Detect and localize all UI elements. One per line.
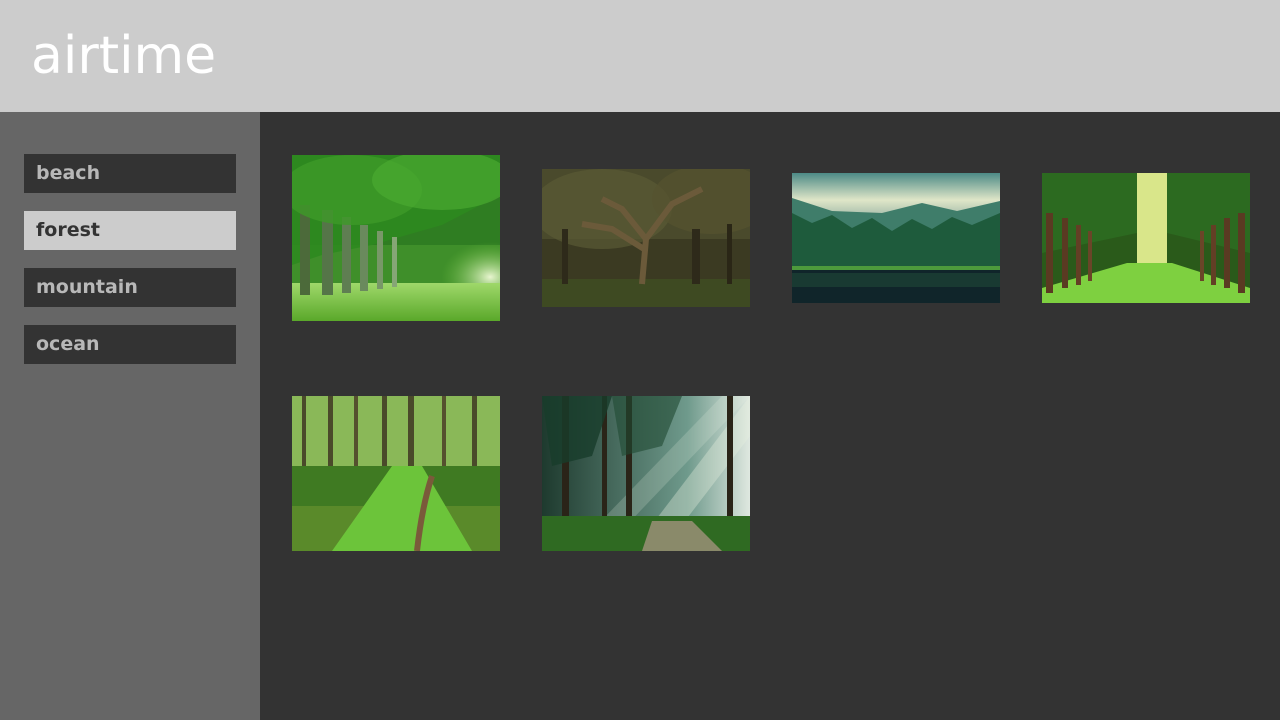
gallery-thumbnail[interactable] [542, 396, 750, 551]
gallery-thumbnail[interactable] [292, 396, 500, 551]
oak-tree-image [542, 169, 750, 307]
app-header: airtime [0, 0, 1280, 112]
tree-avenue-image [1042, 173, 1250, 303]
gallery-thumbnail[interactable] [1042, 173, 1250, 303]
gallery-thumbnail[interactable] [792, 173, 1000, 303]
category-item-ocean[interactable]: ocean [24, 325, 236, 364]
airtime-logo[interactable]: airtime [31, 24, 216, 88]
category-item-forest[interactable]: forest [24, 211, 236, 250]
category-item-beach[interactable]: beach [24, 154, 236, 193]
mountain-lake-image [792, 173, 1000, 303]
gallery-thumbnail[interactable] [292, 155, 500, 321]
image-gallery [260, 112, 1280, 720]
gallery-thumbnail[interactable] [542, 169, 750, 307]
tree-tunnel-image [292, 155, 500, 321]
category-item-mountain[interactable]: mountain [24, 268, 236, 307]
category-sidebar: beach forest mountain ocean [0, 112, 260, 720]
sunbeam-forest-image [542, 396, 750, 551]
forest-trail-image [292, 396, 500, 551]
